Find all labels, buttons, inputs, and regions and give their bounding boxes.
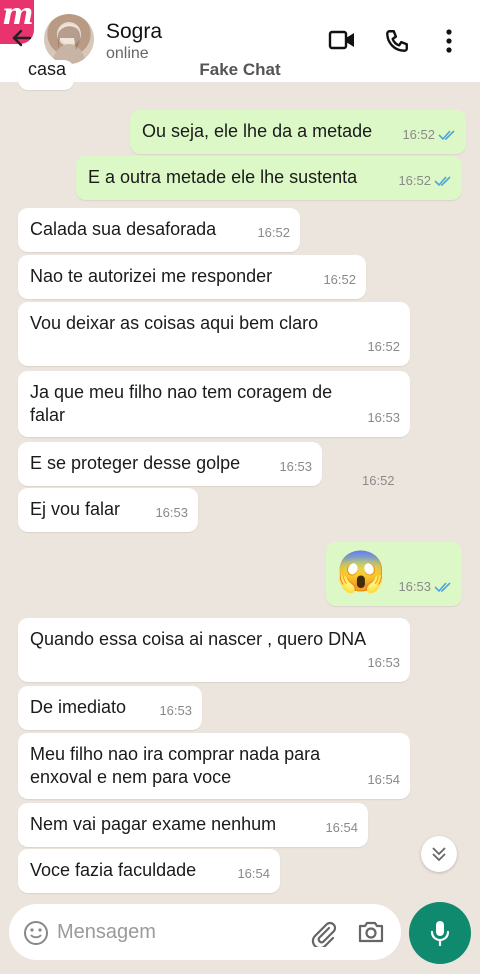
message-time: 16:52: [257, 225, 290, 240]
message-text: Meu filho nao ira comprar nada para enxo…: [30, 744, 321, 787]
message-bubble[interactable]: Quando essa coisa ai nascer , quero DNA …: [18, 618, 410, 682]
message-time: 16:54: [237, 866, 270, 881]
message-text: Ja que meu filho nao tem coragem de fala…: [30, 382, 333, 425]
message-time: 16:53: [398, 579, 431, 594]
message-bubble[interactable]: Vou deixar as coisas aqui bem claro 16:5…: [18, 302, 410, 366]
message-bubble[interactable]: Nao te autorizei me responder 16:52: [18, 255, 366, 299]
message-text: Voce fazia faculdade: [30, 860, 197, 880]
message-meta: 16:52: [402, 123, 456, 146]
message-text: De imediato: [30, 697, 127, 717]
message-text: E a outra metade ele lhe sustenta: [88, 167, 358, 187]
message-text: Calada sua desaforada: [30, 219, 217, 239]
double-check-icon: [434, 175, 451, 186]
message-time: 16:52: [323, 272, 356, 287]
message-text: Nao te autorizei me responder: [30, 266, 273, 286]
contact-name[interactable]: Sogra: [106, 20, 162, 44]
message-bubble[interactable]: E a outra metade ele lhe sustenta 16:52: [76, 156, 462, 200]
message-text: Ou seja, ele lhe da a metade: [142, 121, 373, 141]
message-bubble[interactable]: Nem vai pagar exame nenhum 16:54: [18, 803, 368, 847]
message-text: E se proteger desse golpe: [30, 453, 241, 473]
message-time: 16:52: [398, 173, 431, 188]
message-time: 16:53: [159, 703, 192, 718]
message-bubble[interactable]: Voce fazia faculdade 16:54: [18, 849, 280, 893]
scroll-to-bottom-button[interactable]: [421, 836, 457, 872]
message-text: Vou deixar as coisas aqui bem claro: [30, 313, 319, 333]
back-arrow-icon[interactable]: [10, 26, 34, 50]
video-call-icon[interactable]: [328, 28, 356, 57]
message-time: 16:53: [155, 505, 188, 520]
message-input[interactable]: [57, 904, 297, 960]
double-check-icon: [434, 581, 451, 592]
message-list[interactable]: casa 16:52 Ou seja, ele lhe da a metade …: [0, 59, 480, 893]
message-meta: 16:52: [398, 169, 452, 192]
message-emoji: 😱: [336, 550, 386, 594]
more-options-icon[interactable]: [442, 28, 456, 59]
message-composer: [9, 904, 401, 960]
message-time: 16:54: [325, 820, 358, 835]
message-meta: 16:53: [398, 575, 452, 598]
message-bubble[interactable]: E se proteger desse golpe 16:53: [18, 442, 322, 486]
message-bubble[interactable]: Meu filho nao ira comprar nada para enxo…: [18, 733, 410, 799]
contact-avatar[interactable]: [44, 14, 94, 64]
message-text: Ej vou falar: [30, 499, 121, 519]
message-time: 16:53: [279, 459, 312, 474]
camera-icon[interactable]: [357, 919, 385, 950]
emoji-icon[interactable]: [23, 920, 49, 951]
message-time: 16:54: [367, 772, 400, 787]
message-bubble[interactable]: 😱 16:53: [326, 542, 462, 606]
message-bubble[interactable]: casa: [18, 59, 74, 90]
voice-call-icon[interactable]: [384, 28, 410, 59]
double-chevron-down-icon: [432, 847, 446, 862]
message-text: Quando essa coisa ai nascer , quero DNA: [30, 629, 367, 649]
message-text: Nem vai pagar exame nenhum: [30, 814, 277, 834]
message-time: 16:52: [367, 339, 400, 354]
message-time: 16:53: [367, 655, 400, 670]
message-bubble[interactable]: Ej vou falar 16:53: [18, 488, 198, 532]
message-bubble[interactable]: Ou seja, ele lhe da a metade 16:52: [130, 110, 466, 154]
message-time: 16:53: [367, 410, 400, 425]
message-bubble[interactable]: Ja que meu filho nao tem coragem de fala…: [18, 371, 410, 437]
message-bubble[interactable]: De imediato 16:53: [18, 686, 202, 730]
microphone-button[interactable]: [409, 902, 471, 964]
microphone-icon: [430, 921, 450, 947]
message-text: casa: [28, 59, 67, 79]
message-bubble[interactable]: Calada sua desaforada 16:52: [18, 208, 300, 252]
paperclip-icon[interactable]: [309, 919, 337, 952]
message-time: 16:52: [402, 127, 435, 142]
double-check-icon: [438, 129, 455, 140]
